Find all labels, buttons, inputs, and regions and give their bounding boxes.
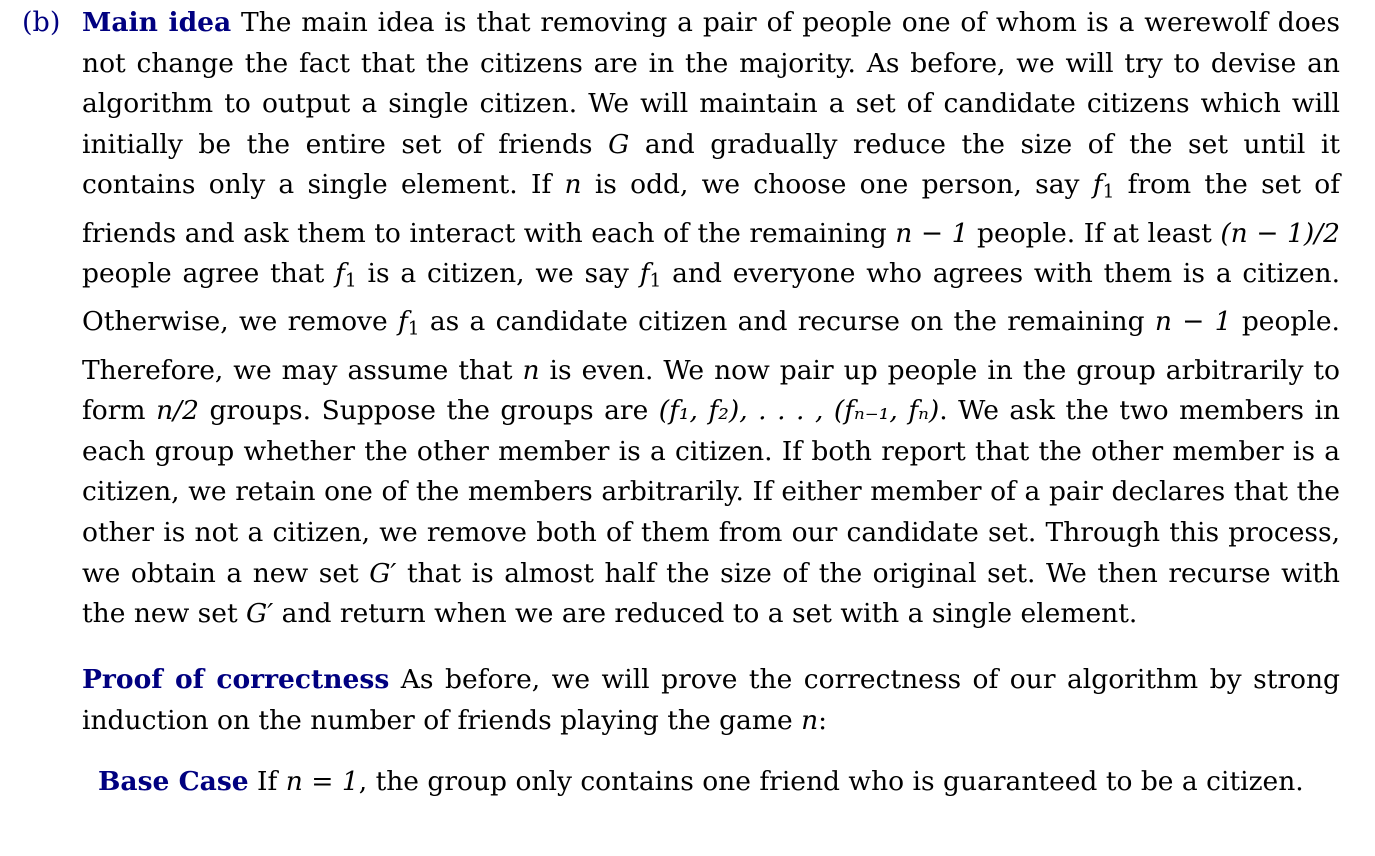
main-idea-heading: Main idea <box>82 7 232 38</box>
text: and return when we are reduced to a set … <box>273 598 1138 630</box>
math-G: G <box>608 128 630 160</box>
math-G-prime: G′ <box>246 598 274 630</box>
math-n: n <box>522 354 540 386</box>
document-page: (b) Main idea The main idea is that remo… <box>0 0 1375 856</box>
math-f1: f <box>335 258 345 290</box>
math-n-minus-1: n − 1 <box>1154 306 1232 338</box>
math-f1: f <box>1092 169 1103 201</box>
math-n: n <box>564 169 582 201</box>
math-n-minus-1-half: (n − 1)/2 <box>1220 217 1340 249</box>
main-idea-paragraph: Main idea The main idea is that removing… <box>82 3 1340 635</box>
text: is odd, we choose one person, say <box>581 169 1093 201</box>
subscript: 1 <box>407 319 420 341</box>
math-n-minus-1: n − 1 <box>895 217 969 249</box>
base-case-heading: Base Case <box>98 766 249 797</box>
math-n-equals-1: n = 1 <box>285 766 359 797</box>
text: groups. Suppose the groups are <box>198 395 659 427</box>
base-case-paragraph: Base Case If n = 1, the group only conta… <box>98 762 1340 803</box>
subscript: 1 <box>344 270 357 292</box>
proof-heading: Proof of correctness <box>82 664 390 695</box>
text: people agree that <box>82 258 336 290</box>
text: is a citizen, we say <box>356 258 640 290</box>
proof-paragraph: Proof of correctness As before, we will … <box>82 660 1340 741</box>
math-n-half: n/2 <box>156 395 199 427</box>
text: people. If at least <box>968 217 1221 249</box>
math-n: n <box>801 704 819 736</box>
text: : <box>818 704 828 736</box>
subscript: 1 <box>1102 182 1115 203</box>
text: , the group only contains one friend who… <box>358 766 1304 797</box>
math-G-prime: G′ <box>369 557 397 589</box>
math-f1: f <box>397 306 408 338</box>
text: If <box>248 766 286 797</box>
math-f1: f <box>639 258 650 290</box>
text: as a candidate citizen and recurse on th… <box>419 306 1155 338</box>
item-label: (b) <box>22 7 61 38</box>
subscript: 1 <box>649 270 662 292</box>
math-pairs: (f₁, f₂), . . . , (fₙ₋₁, fₙ) <box>658 395 940 427</box>
